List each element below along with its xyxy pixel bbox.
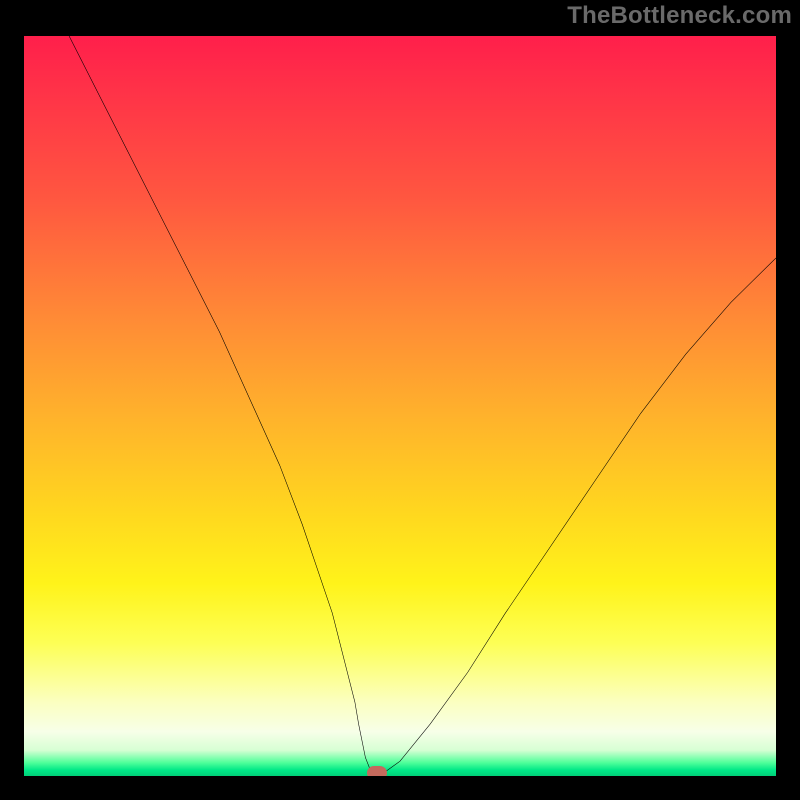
frame-border-left xyxy=(0,0,24,800)
watermark-text: TheBottleneck.com xyxy=(567,2,792,30)
bottleneck-curve xyxy=(24,36,776,776)
chart-frame: TheBottleneck.com xyxy=(0,0,800,800)
plot-area xyxy=(24,36,776,776)
frame-border-right xyxy=(776,0,800,800)
frame-border-bottom xyxy=(0,776,800,800)
